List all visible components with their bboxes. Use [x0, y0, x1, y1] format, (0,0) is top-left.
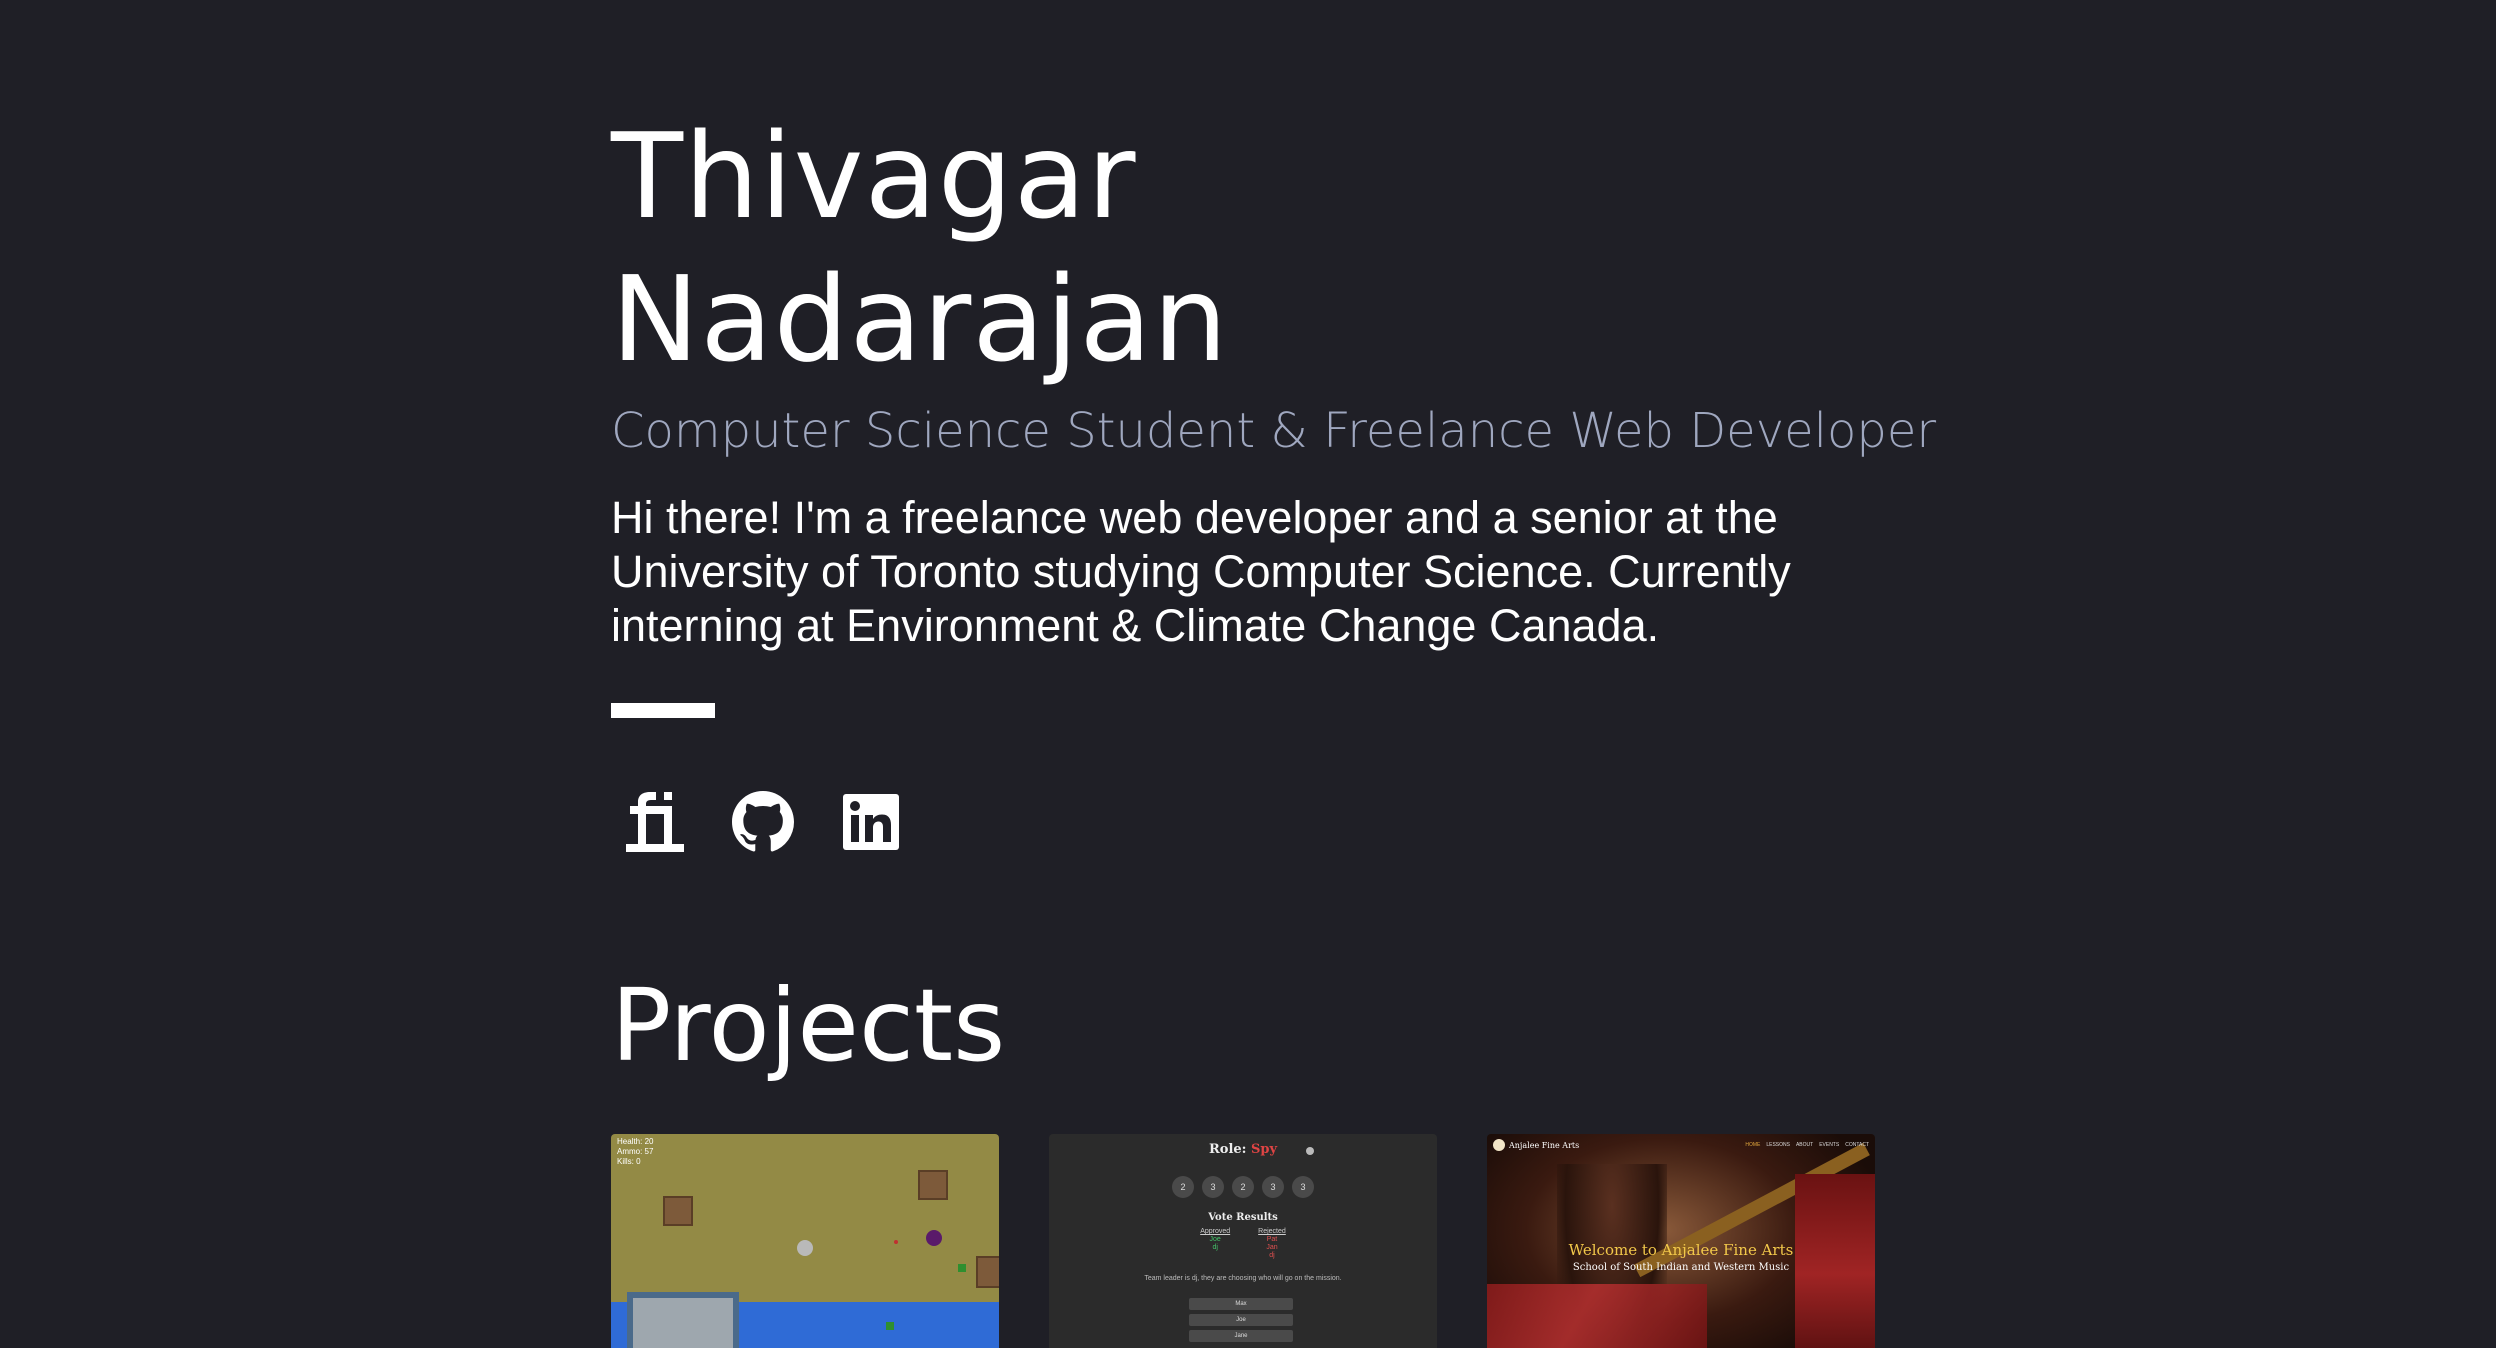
project-cards: Health: 20 Ammo: 57 Kills: 0 Role: Spy 2…: [611, 1134, 1875, 1348]
linkedin-icon: [843, 794, 899, 850]
subtitle: Computer Science Student & Freelance Web…: [611, 403, 1937, 459]
divider: [611, 703, 715, 718]
round-badge: 2: [1172, 1176, 1194, 1198]
arts-logo-icon: [1493, 1139, 1505, 1151]
round-badge: 3: [1292, 1176, 1314, 1198]
github-icon: [732, 791, 794, 852]
name-last: Nadarajan: [611, 250, 1229, 388]
freelancer-link[interactable]: [623, 790, 687, 854]
arts-hero-image: [1795, 1174, 1875, 1348]
vote-results: Approved Joe dj Rejected Pat Jan dj: [1049, 1228, 1437, 1260]
hero-section: Thivagar Nadarajan Computer Science Stud…: [611, 105, 1937, 854]
arts-nav-contact[interactable]: CONTACT: [1845, 1142, 1869, 1148]
gear-icon: [1306, 1147, 1314, 1155]
spy-role-value: Spy: [1250, 1142, 1278, 1157]
player-button[interactable]: Jane: [1189, 1330, 1293, 1342]
game-crate: [663, 1196, 693, 1226]
approved-value: dj: [1212, 1244, 1218, 1251]
vote-title: Vote Results: [1208, 1212, 1278, 1223]
arts-subtitle: School of South Indian and Western Music: [1572, 1262, 1790, 1273]
game-ammo: Ammo: 57: [617, 1147, 654, 1156]
game-crate: [976, 1256, 999, 1288]
player-button[interactable]: Max: [1189, 1298, 1293, 1310]
spy-role: Role: Spy: [1049, 1142, 1437, 1157]
project-card-spy[interactable]: Role: Spy 2 3 2 3 3 Vote Results Approve…: [1049, 1134, 1437, 1348]
game-enemy: [926, 1230, 942, 1246]
arts-nav-about[interactable]: ABOUT: [1796, 1142, 1813, 1148]
player-button[interactable]: Joe: [1189, 1314, 1293, 1326]
spy-player-list: Max Joe Jane: [1189, 1298, 1293, 1346]
project-card-game[interactable]: Health: 20 Ammo: 57 Kills: 0: [611, 1134, 999, 1348]
arts-nav: HOME LESSONS ABOUT EVENTS CONTACT: [1745, 1142, 1869, 1148]
game-crate: [918, 1170, 948, 1200]
game-minimap: [627, 1292, 739, 1348]
game-health: Health: 20: [617, 1137, 654, 1146]
vote-rejected: Rejected Pat Jan dj: [1258, 1228, 1286, 1260]
project-card-arts[interactable]: Anjalee Fine Arts HOME LESSONS ABOUT EVE…: [1487, 1134, 1875, 1348]
page-title: Thivagar Nadarajan: [611, 105, 1911, 391]
linkedin-link[interactable]: [839, 790, 903, 854]
social-links: [623, 790, 1911, 854]
arts-brand-name: Anjalee Fine Arts: [1509, 1140, 1580, 1150]
arts-brand: Anjalee Fine Arts: [1493, 1139, 1579, 1151]
arts-hero-image: [1487, 1284, 1707, 1348]
projects-heading: Projects: [611, 967, 1006, 1084]
arts-navbar: Anjalee Fine Arts HOME LESSONS ABOUT EVE…: [1487, 1134, 1875, 1156]
spy-rounds: 2 3 2 3 3: [1049, 1176, 1437, 1198]
rejected-value: Jan: [1266, 1244, 1278, 1251]
game-kills: Kills: 0: [617, 1157, 641, 1166]
round-badge: 2: [1232, 1176, 1254, 1198]
rejected-value: Pat: [1266, 1236, 1278, 1243]
arts-nav-home[interactable]: HOME: [1745, 1142, 1760, 1148]
approved-value: Joe: [1209, 1236, 1221, 1243]
vote-approved: Approved Joe dj: [1200, 1228, 1230, 1260]
freelancer-icon: [626, 792, 684, 852]
game-player: [797, 1240, 813, 1256]
arts-nav-lessons[interactable]: LESSONS: [1766, 1142, 1790, 1148]
name-first: Thivagar: [611, 107, 1137, 245]
arts-nav-events[interactable]: EVENTS: [1819, 1142, 1839, 1148]
round-badge: 3: [1202, 1176, 1224, 1198]
rejected-label: Rejected: [1258, 1228, 1286, 1235]
rejected-value: dj: [1269, 1252, 1275, 1259]
arts-welcome: Welcome to Anjalee Fine Arts: [1568, 1241, 1794, 1259]
spy-message: Team leader is dj, they are choosing who…: [1144, 1275, 1342, 1282]
game-stats: Health: 20 Ammo: 57 Kills: 0: [617, 1137, 653, 1167]
round-badge: 3: [1262, 1176, 1284, 1198]
approved-label: Approved: [1200, 1228, 1231, 1235]
game-pickup: [886, 1322, 894, 1330]
github-link[interactable]: [731, 790, 795, 854]
bio-text: Hi there! I'm a freelance web developer …: [611, 492, 1791, 651]
portfolio-page: Thivagar Nadarajan Computer Science Stud…: [0, 0, 2496, 1348]
game-bullet: [894, 1240, 898, 1244]
spy-role-label: Role:: [1208, 1142, 1247, 1157]
game-pickup: [958, 1264, 966, 1272]
